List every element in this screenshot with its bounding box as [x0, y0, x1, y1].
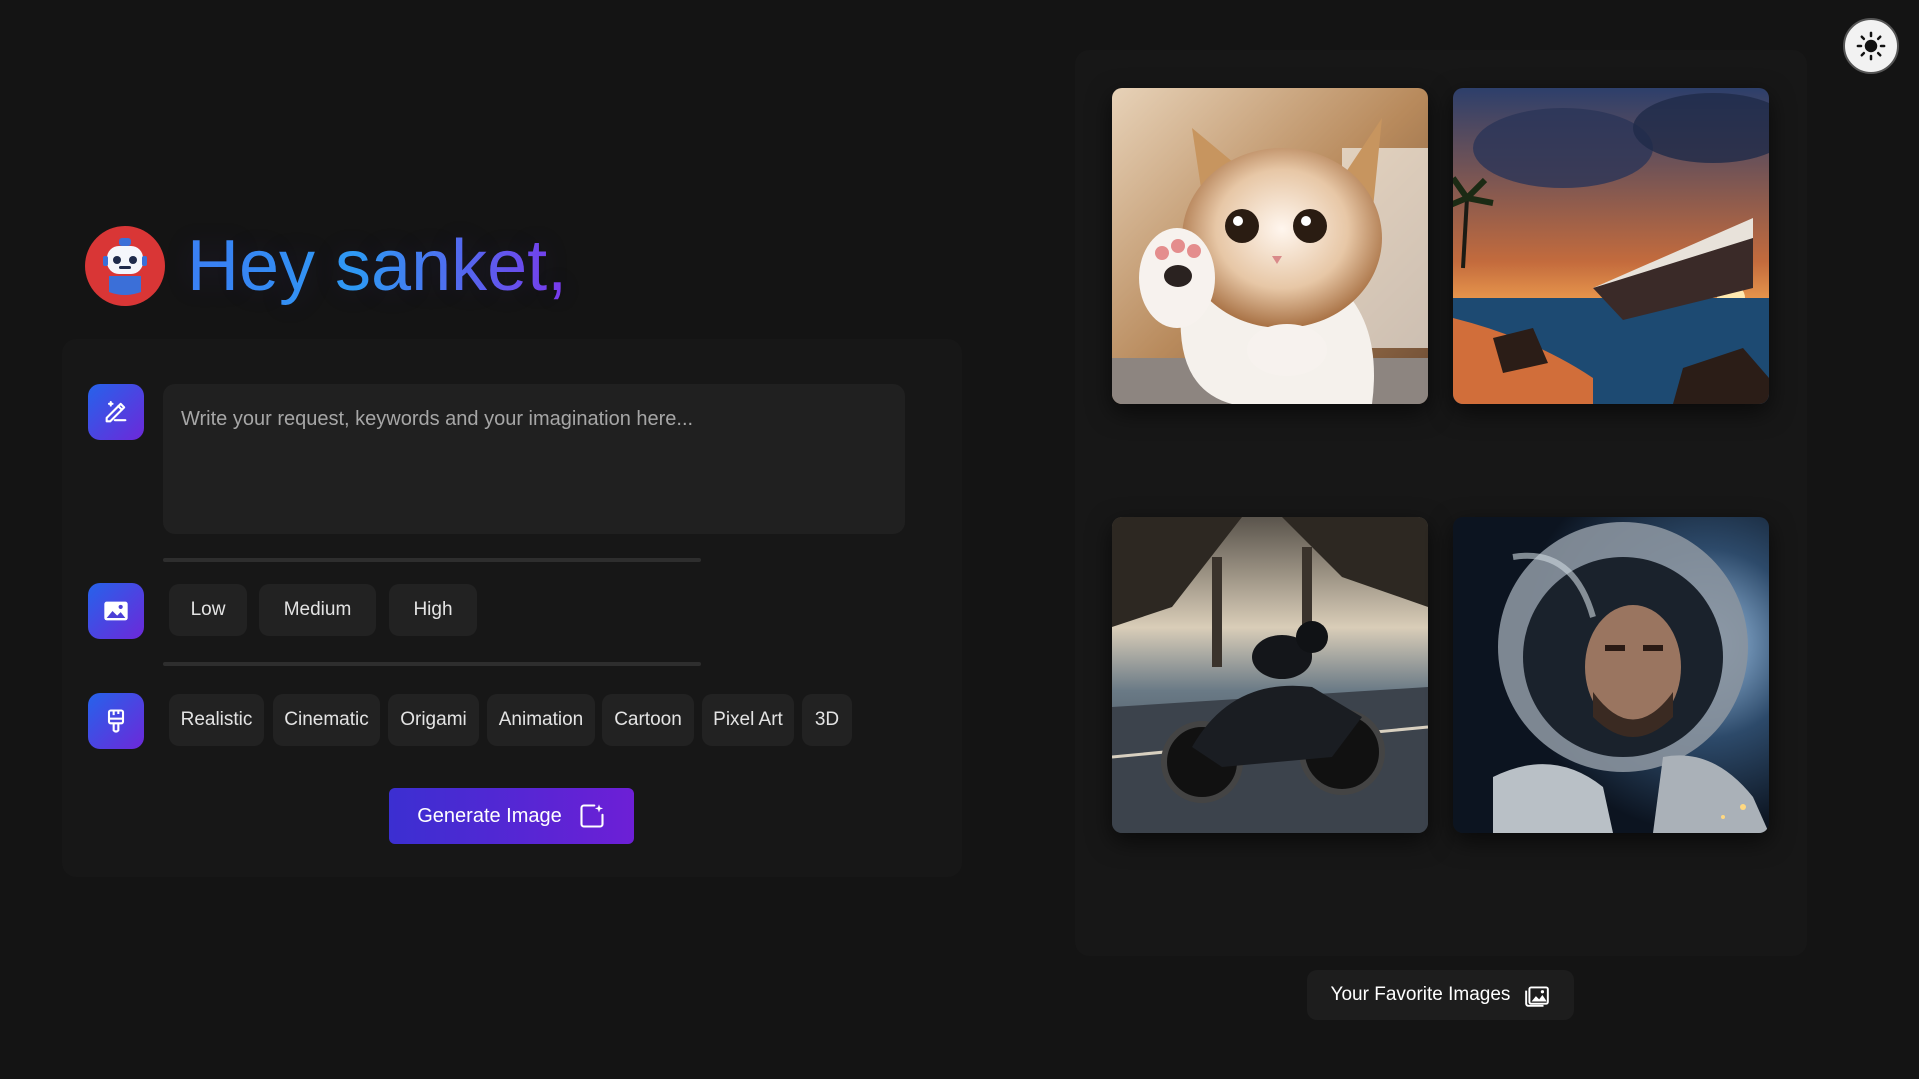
- robot-avatar: [85, 226, 165, 306]
- quality-option-low[interactable]: Low: [169, 584, 247, 636]
- quality-option-medium[interactable]: Medium: [259, 584, 376, 636]
- prompt-row-icon: [88, 384, 144, 440]
- ship-image: [1453, 88, 1769, 404]
- image-add-sparkle-icon: [580, 804, 604, 828]
- image-icon: [104, 601, 128, 621]
- paint-brush-icon: [107, 709, 125, 733]
- style-option-pixel-art[interactable]: Pixel Art: [702, 694, 794, 746]
- style-option-animation[interactable]: Animation: [487, 694, 595, 746]
- generate-image-button[interactable]: Generate Image: [389, 788, 634, 844]
- generate-image-label: Generate Image: [417, 804, 562, 827]
- style-option-realistic[interactable]: Realistic: [169, 694, 264, 746]
- gallery-image-ship[interactable]: [1453, 88, 1769, 404]
- greeting-header: Hey sanket,: [85, 226, 567, 306]
- greeting-text: Hey sanket,: [187, 226, 568, 306]
- astronaut-image: [1453, 517, 1769, 833]
- style-row-icon: [88, 693, 144, 749]
- pen-sparkle-icon: [105, 401, 127, 423]
- quality-row-icon: [88, 583, 144, 639]
- style-option-3d[interactable]: 3D: [802, 694, 852, 746]
- style-option-cartoon[interactable]: Cartoon: [602, 694, 694, 746]
- favorite-images-button[interactable]: Your Favorite Images: [1307, 970, 1574, 1020]
- cat-image: [1112, 88, 1428, 404]
- prompt-input[interactable]: [163, 384, 905, 534]
- favorite-images-label: Your Favorite Images: [1330, 984, 1511, 1005]
- divider: [163, 662, 701, 666]
- style-option-origami[interactable]: Origami: [388, 694, 479, 746]
- robot-icon: [103, 238, 147, 295]
- divider: [163, 558, 701, 562]
- gallery-image-astronaut[interactable]: [1453, 517, 1769, 833]
- theme-toggle-button[interactable]: [1843, 18, 1899, 74]
- sun-icon: [1856, 31, 1886, 61]
- quality-option-high[interactable]: High: [389, 584, 477, 636]
- gallery-image-cat[interactable]: [1112, 88, 1428, 404]
- gallery-image-motorcycle[interactable]: [1112, 517, 1428, 833]
- style-option-cinematic[interactable]: Cinematic: [273, 694, 380, 746]
- gallery-icon: [1525, 986, 1550, 1007]
- motorcycle-image: [1112, 517, 1428, 833]
